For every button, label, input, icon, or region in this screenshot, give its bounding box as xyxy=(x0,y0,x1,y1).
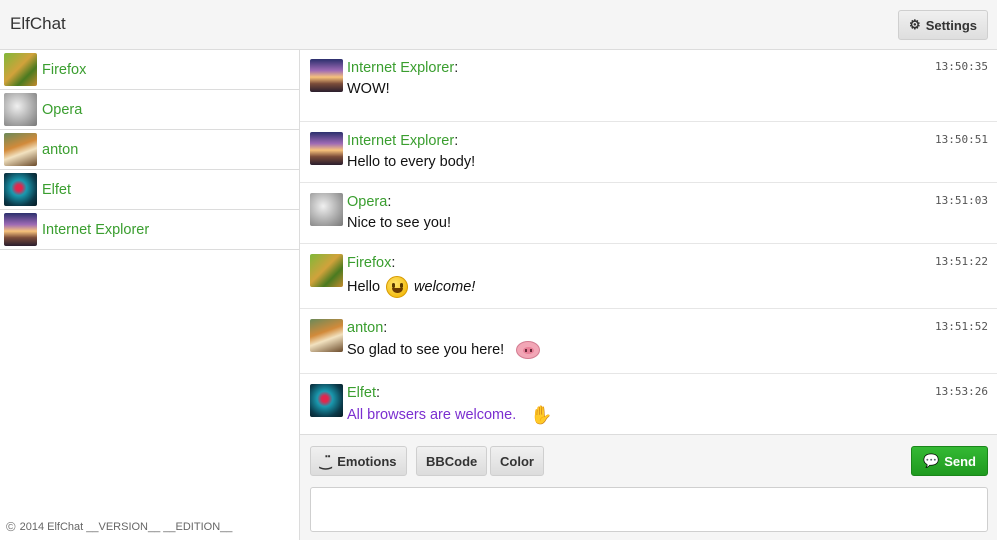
footer: © 2014 ElfChat __VERSION__ __EDITION__ xyxy=(6,519,232,534)
pig-emoji-icon xyxy=(516,341,541,359)
message: Elfet: 13:53:26 All browsers are welcome… xyxy=(300,374,997,434)
bbcode-label: BBCode xyxy=(426,453,478,469)
avatar xyxy=(4,133,37,166)
gear-icon: ⚙ xyxy=(909,17,921,32)
avatar xyxy=(310,193,343,226)
message-author[interactable]: anton: xyxy=(347,320,387,336)
user-item-anton[interactable]: anton xyxy=(0,130,299,170)
copyright-icon: © xyxy=(6,519,16,534)
avatar xyxy=(4,53,37,86)
avatar xyxy=(4,173,37,206)
user-item-elfet[interactable]: Elfet xyxy=(0,170,299,210)
user-name: Internet Explorer xyxy=(42,221,150,238)
message-list[interactable]: Internet Explorer: 13:50:35 WOW! Interne… xyxy=(300,50,997,434)
message-time: 13:51:22 xyxy=(935,255,988,268)
message-time: 13:50:51 xyxy=(935,133,988,146)
avatar xyxy=(4,93,37,126)
user-list-sidebar: Firefox Opera anton Elfet Internet Explo… xyxy=(0,50,300,540)
raised-hand-emoji-icon: ✋ xyxy=(530,405,553,425)
message-author[interactable]: Firefox: xyxy=(347,255,395,271)
chat-bubble-icon: 💬 xyxy=(923,453,940,468)
message-text: Nice to see you! xyxy=(347,215,451,231)
user-name: anton xyxy=(42,141,79,158)
emotions-label: Emotions xyxy=(337,453,397,469)
color-button[interactable]: Color xyxy=(490,446,544,476)
message-author[interactable]: Internet Explorer: xyxy=(347,60,458,76)
user-name: Opera xyxy=(42,101,83,118)
user-name: Firefox xyxy=(42,61,87,78)
color-label: Color xyxy=(500,453,534,469)
user-item-firefox[interactable]: Firefox xyxy=(0,50,299,90)
avatar xyxy=(310,254,343,287)
message: Opera: 13:51:03 Nice to see you! xyxy=(300,183,997,244)
user-name: Elfet xyxy=(42,181,72,198)
message-time: 13:51:52 xyxy=(935,320,988,333)
message: anton: 13:51:52 So glad to see you here! xyxy=(300,309,997,374)
settings-label: Settings xyxy=(925,17,977,33)
send-label: Send xyxy=(944,453,976,469)
message: Firefox: 13:51:22 Hello welcome! xyxy=(300,244,997,309)
smile-icon: ‿̈ xyxy=(320,452,332,469)
user-item-opera[interactable]: Opera xyxy=(0,90,299,130)
bbcode-button[interactable]: BBCode xyxy=(416,446,488,476)
message-time: 13:50:35 xyxy=(935,60,988,73)
composer-toolbar: ‿̈ Emotions BBCode Color 💬 Send xyxy=(300,434,997,540)
avatar xyxy=(310,59,343,92)
avatar xyxy=(4,213,37,246)
message-text: So glad to see you here! xyxy=(347,341,541,359)
settings-button[interactable]: ⚙ Settings xyxy=(898,10,988,40)
message-text: Hello welcome! xyxy=(347,276,475,298)
avatar xyxy=(310,132,343,165)
message-author[interactable]: Opera: xyxy=(347,194,391,210)
message-author[interactable]: Elfet: xyxy=(347,385,380,401)
message: Internet Explorer: 13:50:35 WOW! xyxy=(300,50,997,122)
user-item-internet-explorer[interactable]: Internet Explorer xyxy=(0,210,299,250)
smiley-emoji-icon xyxy=(386,276,409,298)
message-author[interactable]: Internet Explorer: xyxy=(347,133,458,149)
avatar xyxy=(310,319,343,352)
send-button[interactable]: 💬 Send xyxy=(911,446,988,476)
message-time: 13:51:03 xyxy=(935,194,988,207)
message-input[interactable] xyxy=(310,487,988,532)
message: Internet Explorer: 13:50:51 Hello to eve… xyxy=(300,122,997,183)
footer-text: 2014 ElfChat __VERSION__ __EDITION__ xyxy=(19,520,233,533)
avatar xyxy=(310,384,343,417)
message-time: 13:53:26 xyxy=(935,385,988,398)
message-text: All browsers are welcome. ✋ xyxy=(347,405,553,425)
app-header: ElfChat ⚙ Settings xyxy=(0,0,997,50)
app-title: ElfChat xyxy=(10,14,66,33)
emotions-button[interactable]: ‿̈ Emotions xyxy=(310,446,407,476)
message-text: Hello to every body! xyxy=(347,154,476,170)
message-text: WOW! xyxy=(347,81,390,97)
